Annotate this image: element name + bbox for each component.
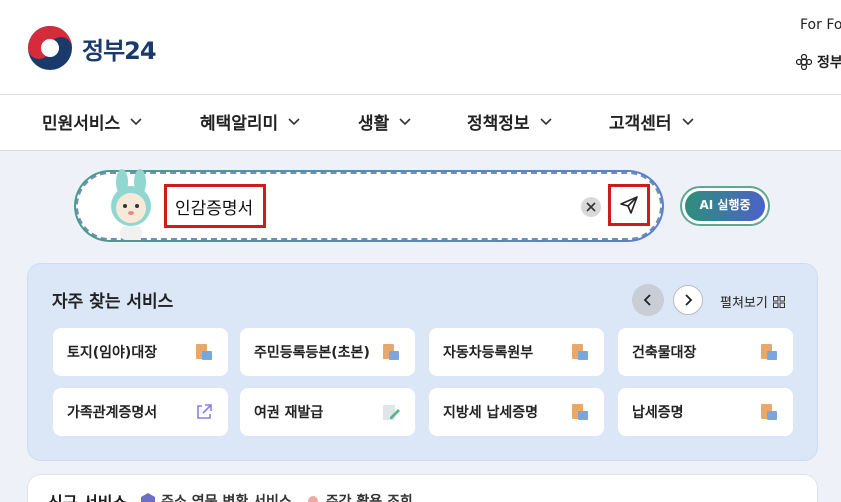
new-service-tag-label: 주소 영문 변환 서비스	[161, 494, 292, 502]
nav-item-civil-service[interactable]: 민원서비스	[42, 109, 142, 134]
service-card-label: 건축물대장	[632, 345, 697, 361]
new-service-tag[interactable]: 주간 활용 조회	[304, 491, 413, 502]
nav-item-policy-info[interactable]: 정책정보	[467, 109, 552, 134]
sun-icon	[307, 496, 318, 502]
panel-title: 자주 찾는 서비스	[52, 292, 174, 312]
external-link-icon	[197, 404, 212, 419]
nav-item-label: 혜택알리미	[200, 114, 279, 134]
service-card-tax-certificate[interactable]: 납세증명	[618, 388, 793, 436]
taegeuk-logo-icon	[28, 26, 72, 70]
service-card-label: 여권 재발급	[254, 405, 324, 421]
new-services-panel: 신규 서비스 주소 영문 변환 서비스 주간 활용 조회	[27, 474, 818, 502]
next-button[interactable]	[673, 285, 703, 315]
document-icon	[572, 404, 588, 420]
service-card-building-register[interactable]: 건축물대장	[618, 328, 793, 376]
chevron-down-icon	[539, 117, 552, 125]
main-nav: 민원서비스 혜택알리미 생활 정책정보 고객센터	[0, 94, 841, 151]
grid-icon	[772, 295, 785, 308]
service-card-passport-reissue[interactable]: 여권 재발급	[240, 388, 415, 436]
search-box-inner	[76, 169, 662, 240]
nav-item-label: 고객센터	[609, 114, 672, 134]
chevron-left-icon	[643, 294, 651, 306]
search-submit-button[interactable]	[608, 184, 650, 226]
top-header: 정부24 For Fo 정부	[0, 0, 841, 94]
document-icon	[383, 344, 399, 360]
expand-label: 펼쳐보기	[720, 296, 768, 311]
service-card-vehicle-register[interactable]: 자동차등록원부	[429, 328, 604, 376]
gov24-logo[interactable]: 정부24	[26, 24, 157, 72]
chevron-down-icon	[288, 117, 300, 125]
pencil-icon	[383, 405, 400, 420]
service-card-local-tax-certificate[interactable]: 지방세 납세증명	[429, 388, 604, 436]
search-input[interactable]	[164, 184, 266, 228]
search-box	[74, 169, 664, 242]
logo-text: 정부24	[82, 36, 157, 65]
rabbit-mascot-icon	[111, 169, 151, 240]
clear-search-button[interactable]	[581, 197, 601, 217]
ai-running-button[interactable]: AI 실행중	[680, 186, 770, 226]
service-card-label: 납세증명	[632, 405, 684, 421]
expand-all-button[interactable]: 펼쳐보기	[720, 292, 785, 311]
ai-running-label: AI 실행중	[685, 191, 765, 221]
document-icon	[572, 344, 588, 360]
gov-link[interactable]: 정부	[796, 52, 841, 72]
document-icon	[196, 344, 212, 360]
nav-item-customer-center[interactable]: 고객센터	[609, 109, 694, 134]
service-card-land-register[interactable]: 토지(임야)대장	[53, 328, 228, 376]
service-card-label: 가족관계증명서	[67, 405, 158, 421]
new-services-row: 신규 서비스 주소 영문 변환 서비스 주간 활용 조회	[48, 489, 413, 502]
nav-item-life[interactable]: 생활	[358, 109, 411, 134]
close-icon	[586, 202, 596, 212]
new-service-tag[interactable]: 주소 영문 변환 서비스	[139, 491, 292, 502]
nav-item-label: 정책정보	[467, 114, 530, 134]
for-foreigners-link[interactable]: For Fo	[800, 17, 841, 33]
service-card-label: 주민등록등본(초본)	[254, 345, 370, 361]
paper-plane-icon	[620, 196, 638, 214]
nav-item-label: 민원서비스	[42, 114, 121, 134]
chevron-down-icon	[130, 117, 142, 125]
service-card-label: 자동차등록원부	[443, 345, 534, 361]
service-card-family-certificate[interactable]: 가족관계증명서	[53, 388, 228, 436]
service-card-label: 토지(임야)대장	[67, 345, 158, 361]
hexagon-icon	[141, 493, 156, 502]
prev-button[interactable]	[632, 284, 664, 316]
frequent-services-panel: 자주 찾는 서비스 펼쳐보기 토지(임야)대장 주민등록등본(초본) 자동차등록…	[27, 263, 818, 461]
new-services-label: 신규 서비스	[48, 489, 127, 502]
service-card-resident-register[interactable]: 주민등록등본(초본)	[240, 328, 415, 376]
nav-item-benefit-alert[interactable]: 혜택알리미	[200, 109, 300, 134]
nav-item-label: 생활	[358, 114, 390, 134]
chevron-down-icon	[399, 117, 411, 125]
chevron-right-icon	[685, 294, 693, 306]
document-icon	[761, 344, 777, 360]
chevron-down-icon	[681, 117, 694, 125]
new-service-tag-label: 주간 활용 조회	[325, 494, 413, 502]
service-card-label: 지방세 납세증명	[443, 405, 539, 421]
gov-link-label: 정부	[817, 55, 841, 71]
flower-icon	[796, 54, 812, 70]
document-icon	[761, 404, 777, 420]
